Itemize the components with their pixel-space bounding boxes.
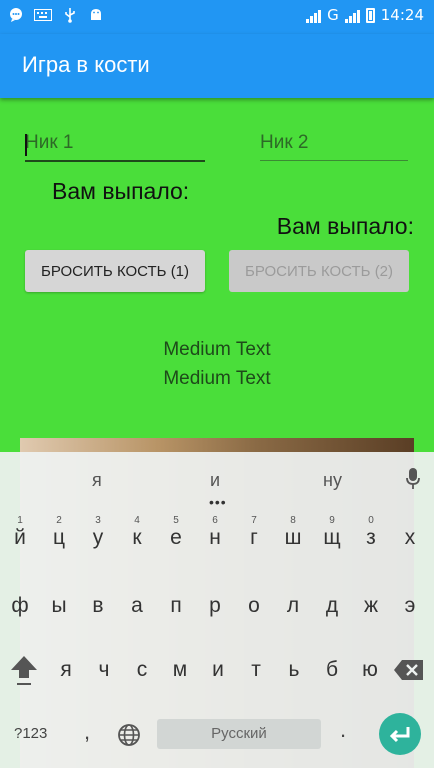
key[interactable]: с: [122, 646, 162, 694]
nick2-field[interactable]: [260, 132, 408, 161]
result-text-2: Medium Text: [163, 368, 271, 389]
key[interactable]: 2ц: [39, 514, 79, 562]
network-type: G: [327, 6, 339, 24]
key-row-2: ф ы в а п р о л д ж э: [0, 582, 434, 632]
backspace-icon[interactable]: [393, 658, 425, 682]
key[interactable]: ю: [350, 646, 390, 694]
key[interactable]: 0з: [351, 514, 391, 562]
key[interactable]: 4к: [117, 514, 157, 562]
keyboard-bottom-row: ?123 , Русский .: [0, 711, 434, 767]
battery-icon: [365, 7, 375, 23]
enter-icon: [389, 727, 410, 743]
nick1-field[interactable]: [25, 132, 205, 162]
key[interactable]: ч: [84, 646, 124, 694]
app-title: Игра в кости: [22, 52, 150, 77]
suggestion-strip: я и ну •••: [0, 452, 434, 510]
key[interactable]: п: [156, 582, 196, 630]
shift-icon[interactable]: [8, 652, 40, 688]
status-bar: G 14:24: [0, 0, 434, 34]
key[interactable]: 3у: [78, 514, 118, 562]
key[interactable]: 5е: [156, 514, 196, 562]
key[interactable]: р: [195, 582, 235, 630]
roll-dice-2-button[interactable]: БРОСИТЬ КОСТЬ (2): [229, 250, 409, 292]
usb-icon: [65, 8, 75, 23]
key[interactable]: 8ш: [273, 514, 313, 562]
key[interactable]: а: [117, 582, 157, 630]
key[interactable]: в: [78, 582, 118, 630]
clock: 14:24: [380, 6, 424, 24]
suggestion-1[interactable]: я: [92, 470, 102, 491]
period-key[interactable]: .: [340, 717, 346, 743]
key[interactable]: ь: [274, 646, 314, 694]
space-key[interactable]: Русский: [157, 719, 321, 749]
chat-icon: [10, 8, 22, 22]
key[interactable]: д: [312, 582, 352, 630]
key[interactable]: э: [390, 582, 430, 630]
key-row-1: 1й 2ц 3у 4к 5е 6н 7г 8ш 9щ 0з х: [0, 514, 434, 564]
key[interactable]: 1й: [0, 514, 40, 562]
android-debug-icon: [91, 9, 101, 20]
key[interactable]: о: [234, 582, 274, 630]
key[interactable]: м: [160, 646, 200, 694]
signal-strength-2-icon: [344, 7, 360, 23]
enter-key[interactable]: [379, 713, 421, 755]
symbols-key[interactable]: ?123: [14, 725, 47, 742]
suggestion-2[interactable]: и: [210, 470, 220, 491]
suggestion-3[interactable]: ну: [323, 470, 342, 491]
keyboard-icon: [34, 9, 52, 21]
key[interactable]: 6н: [195, 514, 235, 562]
key[interactable]: 9щ: [312, 514, 352, 562]
key-row-3: я ч с м и т ь б ю: [0, 646, 434, 696]
key[interactable]: ф: [0, 582, 40, 630]
nick1-input[interactable]: [25, 132, 205, 154]
key[interactable]: б: [312, 646, 352, 694]
globe-icon[interactable]: [117, 723, 141, 747]
app-bar: Игра в кости: [0, 34, 434, 98]
key[interactable]: ы: [39, 582, 79, 630]
key[interactable]: и: [198, 646, 238, 694]
soft-keyboard: я и ну ••• 1й 2ц 3у 4к 5е 6н 7г 8ш 9щ 0з…: [0, 452, 434, 768]
comma-key[interactable]: ,: [84, 719, 90, 745]
signal-strength-icon: [306, 7, 322, 23]
nick2-input[interactable]: [260, 132, 408, 154]
key[interactable]: т: [236, 646, 276, 694]
key[interactable]: х: [390, 514, 430, 562]
microphone-icon[interactable]: [406, 468, 420, 490]
roll-dice-1-button[interactable]: БРОСИТЬ КОСТЬ (1): [25, 250, 205, 292]
key[interactable]: 7г: [234, 514, 274, 562]
player2-result-label: Вам выпало:: [276, 213, 414, 239]
key[interactable]: л: [273, 582, 313, 630]
result-text-1: Medium Text: [163, 339, 271, 360]
key[interactable]: ж: [351, 582, 391, 630]
more-suggestions-icon[interactable]: •••: [209, 494, 227, 510]
key[interactable]: я: [46, 646, 86, 694]
player1-result-label: Вам выпало:: [52, 178, 190, 204]
text-cursor: [25, 134, 27, 156]
